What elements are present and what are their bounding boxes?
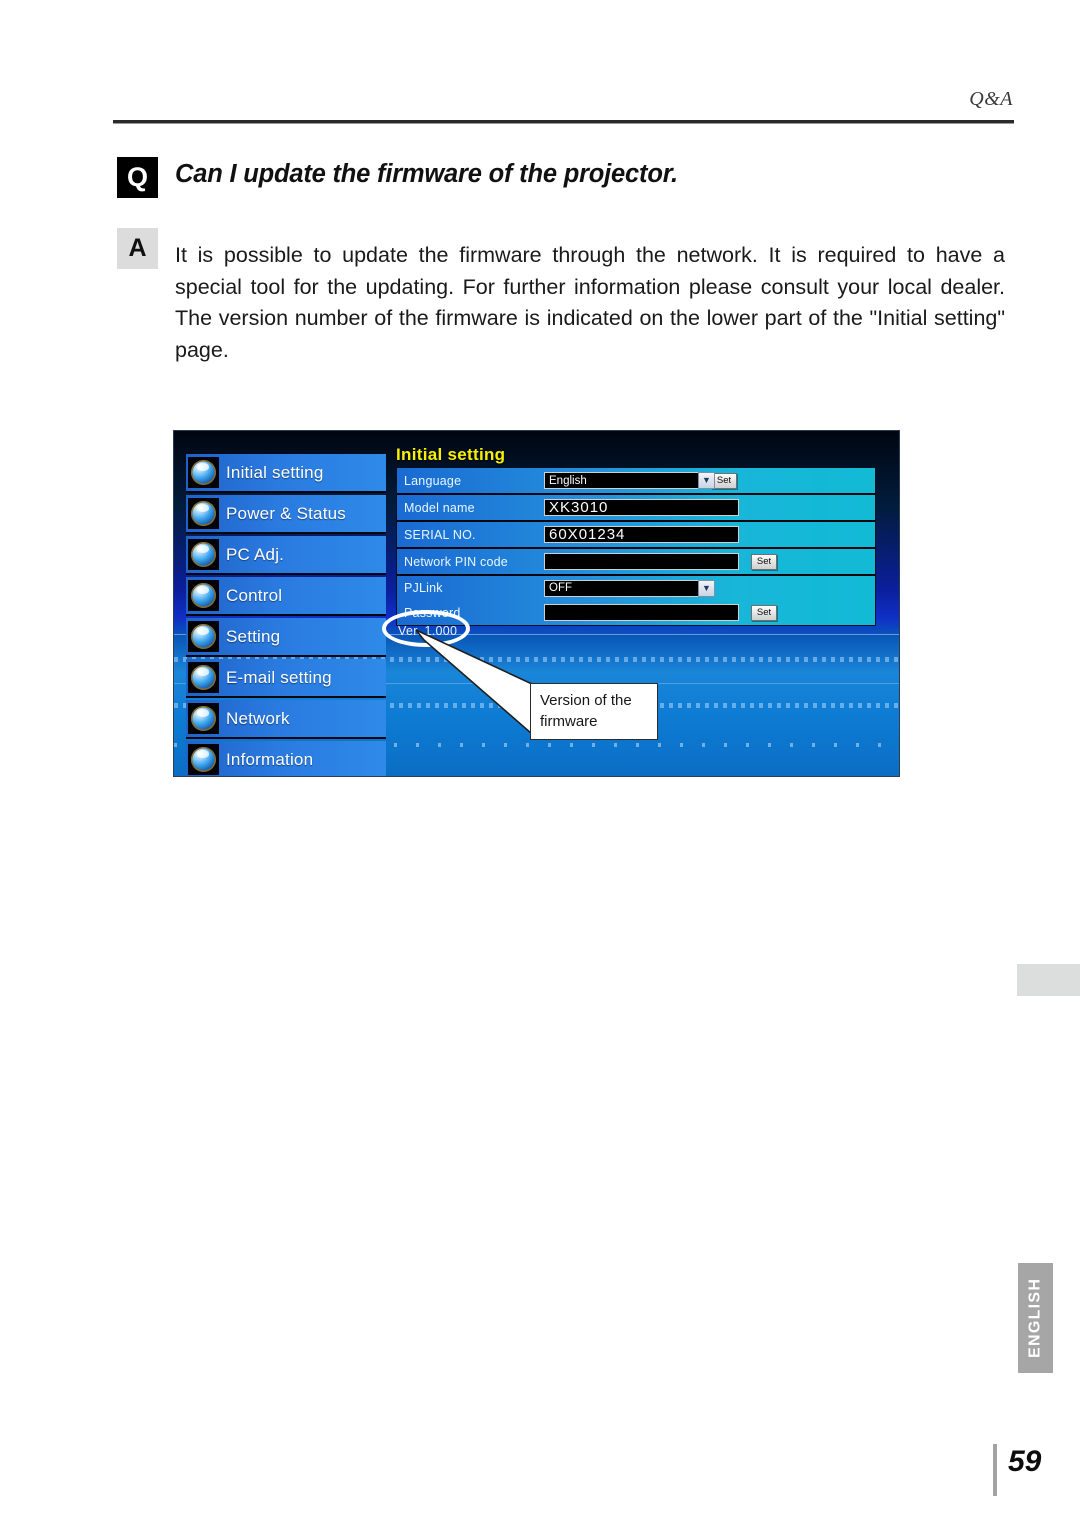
sidebar-item-control[interactable]: Control	[186, 577, 386, 616]
settings-table: Language English ▼ Set Model name XK3010…	[396, 467, 876, 626]
sidebar-item-setting[interactable]: Setting	[186, 618, 386, 657]
sidebar-item-label: Information	[226, 749, 314, 769]
sidebar-item-initial-setting[interactable]: Initial setting	[186, 454, 386, 493]
sidebar-item-pc-adj[interactable]: PC Adj.	[186, 536, 386, 575]
pjlink-label: PJLink	[404, 581, 443, 595]
sidebar-nav: Initial setting Power & Status PC Adj. C…	[186, 454, 386, 776]
table-row: SERIAL NO. 60X01234	[397, 522, 875, 549]
network-orb-icon	[188, 703, 219, 734]
sidebar-item-label: Power & Status	[226, 503, 346, 523]
power-status-orb-icon	[188, 498, 219, 529]
model-name-label: Model name	[404, 500, 475, 515]
question-text: Can I update the firmware of the project…	[175, 160, 678, 188]
pjlink-select-value: OFF	[549, 582, 572, 594]
annotation-callout-box: Version of the firmware	[530, 683, 658, 740]
language-select[interactable]: English ▼	[544, 472, 715, 489]
setting-orb-icon	[188, 621, 219, 652]
network-pin-code-input[interactable]	[544, 553, 739, 570]
password-input[interactable]	[544, 604, 739, 621]
table-row: Network PIN code Set	[397, 549, 875, 576]
question-badge: Q	[117, 157, 158, 198]
sidebar-item-label: Control	[226, 585, 283, 605]
network-pin-code-label: Network PIN code	[404, 554, 508, 569]
initial-setting-panel: Initial setting Language English ▼ Set M…	[396, 445, 876, 626]
language-side-tab: ENGLISH	[1018, 1263, 1053, 1373]
table-row: Password Set	[397, 600, 875, 625]
projector-web-ui-screenshot: Initial setting Power & Status PC Adj. C…	[173, 430, 900, 777]
page-number: 59	[1008, 1445, 1042, 1478]
callout-line-1: Version of the	[540, 692, 632, 709]
serial-no-label: SERIAL NO.	[404, 527, 476, 542]
serial-no-field: 60X01234	[544, 526, 739, 543]
panel-title: Initial setting	[396, 445, 506, 464]
answer-badge: A	[117, 228, 158, 269]
model-name-field: XK3010	[544, 499, 739, 516]
network-pin-code-set-button[interactable]: Set	[751, 553, 777, 570]
initial-setting-orb-icon	[188, 457, 219, 488]
pc-adj-orb-icon	[188, 539, 219, 570]
header-divider-rule	[113, 120, 1014, 124]
sidebar-item-label: PC Adj.	[226, 544, 285, 564]
pjlink-select[interactable]: OFF ▼	[544, 579, 715, 597]
sidebar-item-label: E-mail setting	[226, 667, 332, 687]
side-marker-tab	[1017, 964, 1080, 996]
language-label: Language	[404, 473, 462, 488]
sidebar-item-label: Setting	[226, 626, 281, 646]
password-set-button[interactable]: Set	[751, 604, 777, 621]
email-setting-orb-icon	[188, 662, 219, 693]
sidebar-item-network[interactable]: Network	[186, 700, 386, 739]
annotation-ellipse-highlight	[382, 610, 470, 647]
table-row: PJLink OFF ▼	[397, 576, 875, 600]
answer-text: It is possible to update the firmware th…	[175, 243, 1005, 362]
control-orb-icon	[188, 580, 219, 611]
table-row: Language English ▼ Set	[397, 468, 875, 495]
page-number-rule	[993, 1444, 997, 1496]
sidebar-item-email-setting[interactable]: E-mail setting	[186, 659, 386, 698]
sidebar-item-information[interactable]: Information	[186, 741, 386, 776]
sidebar-item-power-and-status[interactable]: Power & Status	[186, 495, 386, 534]
section-header-label: Q&A	[969, 88, 1013, 110]
language-select-value: English	[549, 474, 587, 487]
chevron-down-icon[interactable]: ▼	[698, 579, 715, 597]
table-row: Model name XK3010	[397, 495, 875, 522]
chevron-down-icon[interactable]: ▼	[698, 472, 715, 489]
sidebar-item-label: Initial setting	[226, 462, 324, 482]
callout-line-2: firmware	[540, 713, 598, 730]
sidebar-item-label: Network	[226, 708, 290, 728]
information-orb-icon	[188, 744, 219, 775]
